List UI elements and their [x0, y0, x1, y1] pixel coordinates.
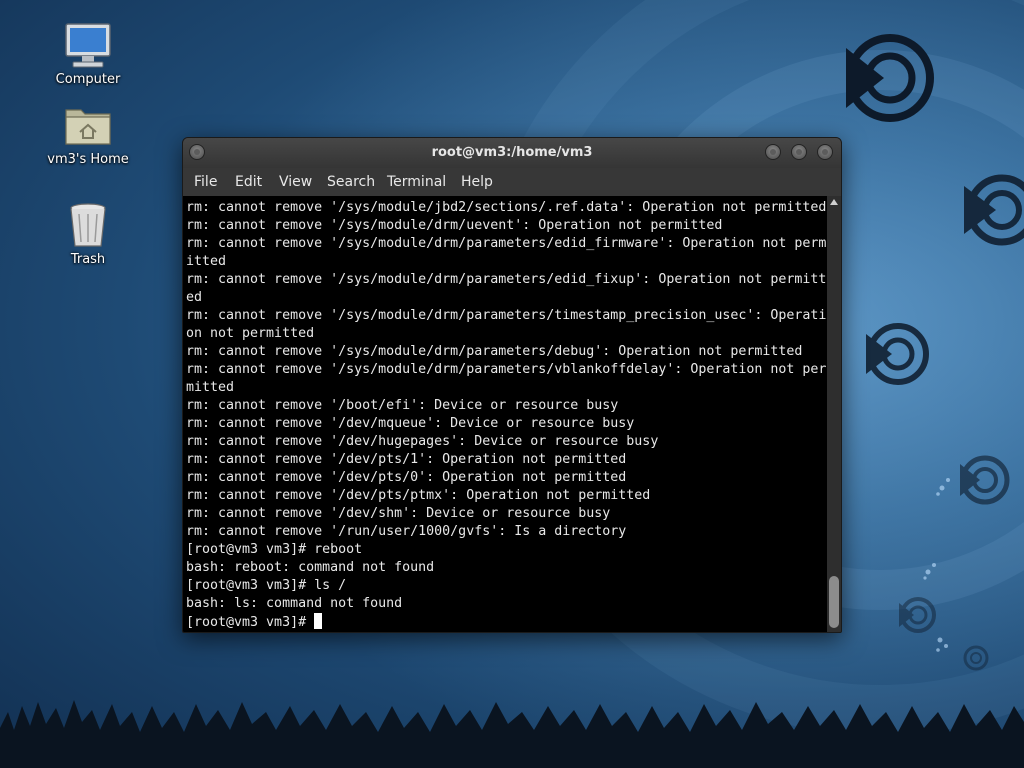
terminal-line: [root@vm3 vm3]# ls / [186, 578, 347, 593]
window-title: root@vm3:/home/vm3 [431, 145, 593, 160]
desktop-icon-trash[interactable]: Trash [38, 202, 138, 267]
menu-search[interactable]: Search [327, 174, 375, 190]
logo-mark-icon [899, 597, 936, 633]
menu-edit[interactable]: Edit [235, 174, 262, 190]
terminal-prompt-line[interactable]: [root@vm3 vm3]# [186, 613, 827, 631]
terminal-window[interactable]: root@vm3:/home/vm3 File Edit View Search… [182, 137, 842, 633]
terminal-line: rm: cannot remove '/sys/module/drm/param… [186, 272, 827, 287]
menu-bar: File Edit View Search Terminal Help [183, 168, 841, 196]
desktop-icon-home[interactable]: vm3's Home [38, 102, 138, 167]
desktop-icon-computer[interactable]: Computer [38, 22, 138, 87]
scrollbar-thumb[interactable] [829, 576, 839, 628]
terminal-line: rm: cannot remove '/dev/hugepages': Devi… [186, 434, 659, 449]
menu-terminal[interactable]: Terminal [387, 174, 446, 190]
desktop-icon-label: vm3's Home [47, 152, 129, 167]
desktop-icon-label: Computer [55, 72, 121, 87]
terminal-line: rm: cannot remove '/dev/pts/1': Operatio… [186, 452, 627, 467]
terminal-prompt: [root@vm3 vm3]# [186, 615, 315, 630]
maximize-button[interactable] [791, 144, 807, 160]
terminal-line: rm: cannot remove '/dev/pts/0': Operatio… [186, 470, 627, 485]
terminal-line: mitted [186, 380, 235, 395]
terminal-line: [root@vm3 vm3]# reboot [186, 542, 363, 557]
terminal-line: bash: ls: command not found [186, 596, 403, 611]
menu-view[interactable]: View [279, 174, 312, 190]
menu-file[interactable]: File [194, 174, 217, 190]
scroll-up-arrow-icon[interactable] [830, 199, 838, 205]
terminal-line: rm: cannot remove '/boot/efi': Device or… [186, 398, 619, 413]
terminal-line: rm: cannot remove '/sys/module/drm/param… [186, 236, 827, 251]
terminal-line: rm: cannot remove '/sys/module/drm/param… [186, 362, 827, 377]
terminal-line: bash: reboot: command not found [186, 560, 435, 575]
title-bar[interactable]: root@vm3:/home/vm3 [183, 138, 841, 168]
terminal-line: rm: cannot remove '/sys/module/drm/ueven… [186, 218, 723, 233]
home-folder-icon [65, 109, 111, 145]
terminal-line: on not permitted [186, 326, 315, 341]
terminal-line: ed [186, 290, 203, 305]
logo-mark-icon [964, 174, 1024, 246]
trash-icon [70, 203, 106, 247]
logo-mark-icon [846, 34, 934, 122]
terminal-line: rm: cannot remove '/dev/mqueue': Device … [186, 416, 635, 431]
terminal-line: rm: cannot remove '/sys/module/drm/param… [186, 308, 827, 323]
logo-mark-icon [960, 455, 1010, 505]
desktop-icon-label: Trash [70, 252, 106, 267]
text-cursor [314, 613, 323, 629]
terminal-line: rm: cannot remove '/sys/module/drm/param… [186, 344, 803, 359]
minimize-button[interactable] [765, 144, 781, 160]
terminal-output[interactable]: rm: cannot remove '/sys/module/jbd2/sect… [183, 196, 827, 632]
logo-mark-icon [963, 645, 989, 671]
close-button[interactable] [817, 144, 833, 160]
computer-icon [65, 23, 111, 68]
menu-help[interactable]: Help [461, 174, 493, 190]
terminal-line: rm: cannot remove '/dev/pts/ptmx': Opera… [186, 488, 651, 503]
terminal-line: rm: cannot remove '/sys/module/jbd2/sect… [186, 200, 827, 215]
logo-mark-icon [866, 323, 929, 385]
terminal-line: rm: cannot remove '/run/user/1000/gvfs':… [186, 524, 627, 539]
terminal-line: rm: cannot remove '/dev/shm': Device or … [186, 506, 611, 521]
vertical-scrollbar[interactable] [827, 196, 841, 632]
terminal-line: itted [186, 254, 227, 269]
